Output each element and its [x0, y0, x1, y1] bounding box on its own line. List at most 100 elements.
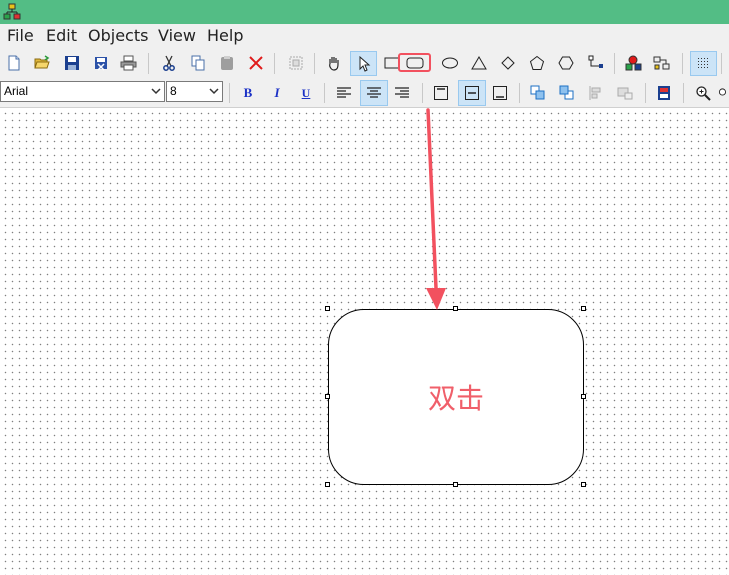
arrow-cursor-icon	[359, 55, 370, 72]
colored-shapes-icon	[625, 55, 642, 71]
toolbar-separator	[422, 83, 423, 103]
save-button[interactable]	[61, 52, 83, 74]
align-left-button[interactable]	[333, 82, 355, 104]
size-objects-button[interactable]	[614, 82, 636, 104]
group-objects-button[interactable]	[623, 52, 645, 74]
font-size-combo[interactable]: 8	[166, 81, 223, 102]
toolbar-separator	[519, 83, 520, 103]
bold-label: B	[243, 85, 253, 100]
menu-edit[interactable]: Edit	[46, 27, 77, 45]
toolbar-separator	[721, 53, 722, 74]
connector-tool-button[interactable]	[585, 52, 607, 74]
menu-help[interactable]: Help	[207, 27, 243, 45]
valign-middle-icon	[465, 86, 479, 100]
select-frame-icon	[289, 56, 303, 70]
valign-bottom-icon	[493, 86, 507, 100]
hexagon-tool-button[interactable]	[555, 52, 577, 74]
select-all-button[interactable]	[285, 52, 307, 74]
paste-button[interactable]	[216, 52, 238, 74]
triangle-tool-button[interactable]	[468, 52, 490, 74]
resize-handle-bottom-left[interactable]	[325, 482, 330, 487]
title-bar	[0, 0, 729, 24]
underline-label: U	[301, 85, 311, 100]
toolbar-separator	[682, 53, 683, 74]
resize-handle-top[interactable]	[453, 306, 458, 311]
cut-button[interactable]	[158, 52, 180, 74]
menu-file[interactable]: File	[7, 27, 34, 45]
toolbar-separator	[645, 83, 646, 103]
valign-bottom-button[interactable]	[489, 82, 511, 104]
properties-icon	[658, 86, 670, 100]
zoom-in-button[interactable]	[692, 82, 714, 104]
align-objects-icon	[589, 86, 601, 100]
copy-button[interactable]	[187, 52, 209, 74]
menu-view[interactable]: View	[158, 27, 196, 45]
chevron-down-icon	[209, 88, 219, 95]
rounded-rectangle-shape[interactable]: 双击	[328, 309, 584, 485]
menu-objects[interactable]: Objects	[88, 27, 148, 45]
pointer-tool-button[interactable]	[350, 51, 377, 76]
toolbar-separator	[148, 53, 149, 74]
font-name-value: Arial	[4, 84, 29, 98]
chevron-down-icon	[151, 88, 161, 95]
network-objects-button[interactable]	[651, 52, 673, 74]
new-document-icon	[8, 55, 20, 71]
save-as-button[interactable]	[90, 52, 112, 74]
open-button[interactable]	[31, 52, 53, 74]
pentagon-tool-button[interactable]	[526, 52, 548, 74]
resize-handle-bottom-right[interactable]	[581, 482, 586, 487]
valign-top-button[interactable]	[430, 82, 452, 104]
printer-icon	[120, 55, 137, 71]
grid-toggle-button[interactable]	[690, 51, 717, 76]
shape-label: 双击	[427, 382, 484, 415]
align-right-button[interactable]	[391, 82, 413, 104]
print-button[interactable]	[118, 52, 140, 74]
font-name-combo[interactable]: Arial	[0, 81, 165, 102]
resize-handle-right[interactable]	[581, 394, 586, 399]
copy-icon	[191, 55, 205, 71]
bold-button[interactable]: B	[237, 82, 259, 104]
app-icon	[3, 3, 21, 20]
hexagon-icon	[558, 56, 574, 70]
pentagon-icon	[529, 55, 545, 70]
diamond-icon	[501, 56, 515, 70]
size-objects-icon	[617, 87, 633, 100]
ellipse-tool-button[interactable]	[439, 52, 461, 74]
toolbar-separator	[324, 83, 325, 103]
save-as-icon	[95, 57, 107, 71]
valign-middle-button[interactable]	[458, 80, 486, 106]
resize-handle-left[interactable]	[325, 394, 330, 399]
resize-handle-bottom[interactable]	[453, 482, 458, 487]
highlight-box	[398, 53, 431, 72]
toolbar-separator	[229, 83, 230, 103]
toolbar-separator	[683, 83, 684, 103]
align-center-button[interactable]	[360, 80, 388, 106]
pan-tool-button[interactable]	[323, 52, 345, 74]
underline-button[interactable]: U	[295, 82, 317, 104]
scissors-icon	[163, 55, 175, 71]
menu-bar: File Edit Objects View Help	[0, 24, 729, 48]
delete-button[interactable]	[245, 52, 267, 74]
diamond-tool-button[interactable]	[497, 52, 519, 74]
bring-to-front-button[interactable]	[527, 82, 549, 104]
send-to-back-button[interactable]	[556, 82, 578, 104]
properties-button[interactable]	[653, 82, 675, 104]
resize-handle-top-right[interactable]	[581, 306, 586, 311]
italic-label: I	[274, 85, 280, 100]
italic-button[interactable]: I	[266, 82, 288, 104]
toolbar-separator	[274, 53, 275, 74]
save-icon	[65, 56, 79, 70]
toolbar-separator	[614, 53, 615, 74]
zoom-out-button[interactable]	[718, 82, 729, 104]
align-right-icon	[395, 87, 409, 98]
align-objects-button[interactable]	[585, 82, 607, 104]
connector-icon	[588, 55, 603, 68]
resize-handle-top-left[interactable]	[325, 306, 330, 311]
grid-dots-icon	[697, 57, 708, 68]
new-button[interactable]	[3, 52, 25, 74]
folder-open-icon	[34, 55, 50, 69]
magnifier-icon	[696, 86, 711, 101]
main-toolbar	[0, 48, 729, 80]
ellipse-icon	[442, 57, 458, 69]
delete-x-icon	[249, 56, 263, 70]
